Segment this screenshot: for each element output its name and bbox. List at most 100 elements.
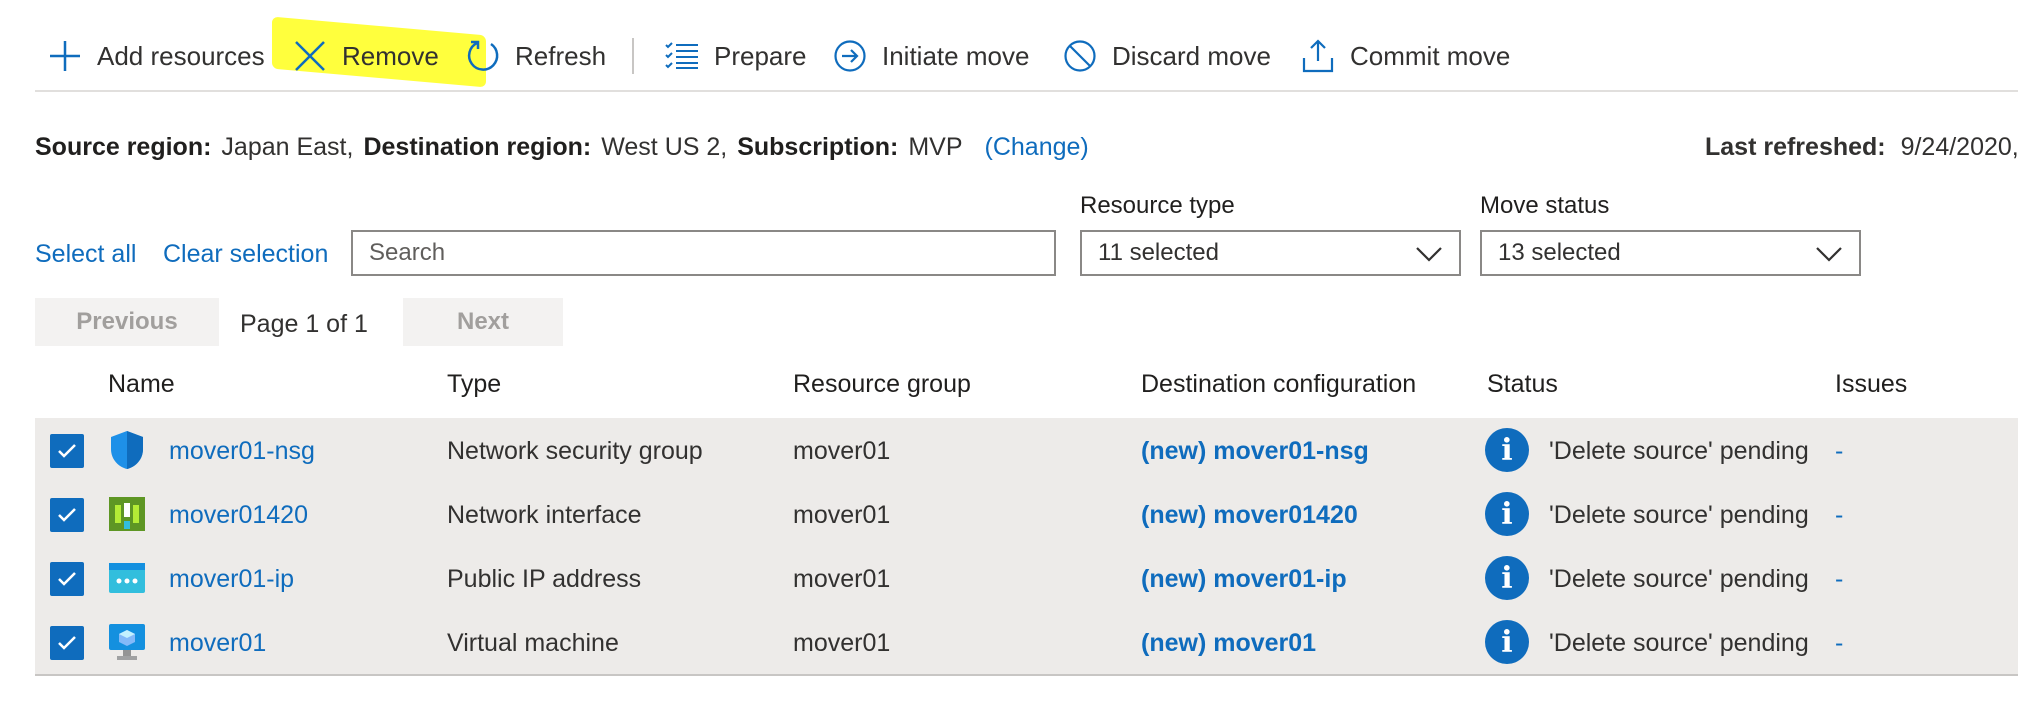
- last-refreshed: Last refreshed: 9/24/2020,: [1705, 133, 2018, 162]
- page-indicator: Page 1 of 1: [240, 310, 368, 338]
- row-checkbox[interactable]: [50, 434, 84, 468]
- refresh-label: Refresh: [515, 40, 607, 71]
- region-info: Source region: Japan East, Destination r…: [35, 133, 1089, 162]
- checklist-icon: [662, 36, 702, 76]
- info-icon: i: [1485, 428, 1529, 472]
- resource-group-cell: mover01: [793, 565, 891, 593]
- initiate-move-label: Initiate move: [882, 40, 1030, 71]
- prepare-button[interactable]: Prepare: [662, 30, 807, 82]
- resource-type-cell: Network interface: [447, 501, 642, 529]
- shield-icon: [107, 430, 147, 470]
- status-cell: 'Delete source' pending: [1549, 565, 1809, 593]
- cancel-icon: [1060, 36, 1100, 76]
- destination-config-link[interactable]: (new) mover01-ip: [1141, 565, 1347, 594]
- discard-move-button[interactable]: Discard move: [1060, 30, 1271, 82]
- resource-name-link[interactable]: mover01420: [169, 501, 308, 530]
- row-checkbox[interactable]: [50, 498, 84, 532]
- move-status-dropdown[interactable]: 13 selected: [1480, 230, 1861, 276]
- info-icon: i: [1485, 620, 1529, 664]
- resource-type-cell: Network security group: [447, 437, 703, 465]
- resource-name-link[interactable]: mover01: [169, 629, 266, 658]
- resource-group-cell: mover01: [793, 437, 891, 465]
- column-header-destination[interactable]: Destination configuration: [1141, 370, 1416, 399]
- info-icon: i: [1485, 492, 1529, 536]
- destination-region-label: Destination region:: [363, 133, 592, 161]
- remove-button[interactable]: Remove: [290, 30, 439, 82]
- public-ip-icon: [107, 558, 147, 598]
- checkmark-icon: [58, 444, 76, 458]
- prepare-label: Prepare: [714, 40, 807, 71]
- column-header-resource-group[interactable]: Resource group: [793, 370, 971, 399]
- column-header-type[interactable]: Type: [447, 370, 501, 399]
- resource-name-link[interactable]: mover01-ip: [169, 565, 294, 594]
- status-cell: 'Delete source' pending: [1549, 501, 1809, 529]
- resource-type-dropdown[interactable]: 11 selected: [1080, 230, 1461, 276]
- last-refreshed-value: 9/24/2020,: [1900, 133, 2018, 161]
- search-input[interactable]: Search: [351, 230, 1056, 276]
- close-icon: [290, 36, 330, 76]
- issues-link[interactable]: -: [1835, 629, 1843, 658]
- subscription-label: Subscription:: [737, 133, 899, 161]
- resource-type-cell: Virtual machine: [447, 629, 619, 657]
- resource-group-cell: mover01: [793, 629, 891, 657]
- issues-link[interactable]: -: [1835, 565, 1843, 594]
- discard-move-label: Discard move: [1112, 40, 1271, 71]
- next-button[interactable]: Next: [403, 298, 563, 346]
- remove-label: Remove: [342, 40, 439, 71]
- resource-name-link[interactable]: mover01-nsg: [169, 437, 315, 466]
- issues-link[interactable]: -: [1835, 501, 1843, 530]
- toolbar-separator: [632, 38, 634, 74]
- commit-move-button[interactable]: Commit move: [1298, 30, 1510, 82]
- column-header-issues[interactable]: Issues: [1835, 370, 1907, 399]
- column-header-status[interactable]: Status: [1487, 370, 1558, 399]
- destination-config-link[interactable]: (new) mover01420: [1141, 501, 1358, 530]
- source-region-value: Japan East,: [221, 133, 354, 161]
- command-bar: Add resources Remove Refresh Prepare Ini…: [0, 0, 2018, 92]
- chevron-down-icon: [1415, 243, 1443, 271]
- destination-region-value: West US 2,: [601, 133, 728, 161]
- last-refreshed-label: Last refreshed:: [1705, 133, 1886, 161]
- network-interface-icon: [107, 494, 147, 534]
- plus-icon: [45, 36, 85, 76]
- destination-config-link[interactable]: (new) mover01-nsg: [1141, 437, 1369, 466]
- issues-link[interactable]: -: [1835, 437, 1843, 466]
- clear-selection-link[interactable]: Clear selection: [163, 240, 328, 269]
- resource-type-cell: Public IP address: [447, 565, 642, 593]
- add-resources-button[interactable]: Add resources: [45, 30, 265, 82]
- info-icon: i: [1485, 556, 1529, 600]
- table-bottom-border: [35, 674, 2018, 676]
- table-row[interactable]: mover01-ip Public IP address mover01 (ne…: [35, 546, 2018, 612]
- refresh-icon: [463, 36, 503, 76]
- initiate-move-button[interactable]: Initiate move: [830, 30, 1029, 82]
- add-resources-label: Add resources: [97, 40, 265, 71]
- previous-button[interactable]: Previous: [35, 298, 219, 346]
- destination-config-link[interactable]: (new) mover01: [1141, 629, 1316, 658]
- row-checkbox[interactable]: [50, 562, 84, 596]
- upload-icon: [1298, 36, 1338, 76]
- refresh-button[interactable]: Refresh: [463, 30, 606, 82]
- column-header-name[interactable]: Name: [108, 370, 175, 399]
- commit-move-label: Commit move: [1350, 40, 1511, 71]
- change-link[interactable]: (Change): [985, 133, 1089, 162]
- select-all-link[interactable]: Select all: [35, 240, 136, 269]
- resource-group-cell: mover01: [793, 501, 891, 529]
- status-cell: 'Delete source' pending: [1549, 437, 1809, 465]
- subscription-value: MVP: [908, 133, 963, 161]
- checkmark-icon: [58, 508, 76, 522]
- table-row[interactable]: mover01 Virtual machine mover01 (new) mo…: [35, 610, 2018, 676]
- virtual-machine-icon: [107, 622, 147, 662]
- move-status-label: Move status: [1480, 192, 1610, 219]
- checkmark-icon: [58, 572, 76, 586]
- search-placeholder: Search: [369, 239, 446, 266]
- move-status-value: 13 selected: [1498, 239, 1621, 266]
- row-checkbox[interactable]: [50, 626, 84, 660]
- resource-type-label: Resource type: [1080, 192, 1235, 219]
- chevron-down-icon: [1815, 243, 1843, 271]
- arrow-circle-icon: [830, 36, 870, 76]
- toolbar-divider: [35, 90, 2018, 92]
- table-row[interactable]: mover01-nsg Network security group mover…: [35, 418, 2018, 484]
- table-row[interactable]: mover01420 Network interface mover01 (ne…: [35, 482, 2018, 548]
- resource-type-value: 11 selected: [1098, 239, 1219, 266]
- checkmark-icon: [58, 636, 76, 650]
- source-region-label: Source region:: [35, 133, 212, 161]
